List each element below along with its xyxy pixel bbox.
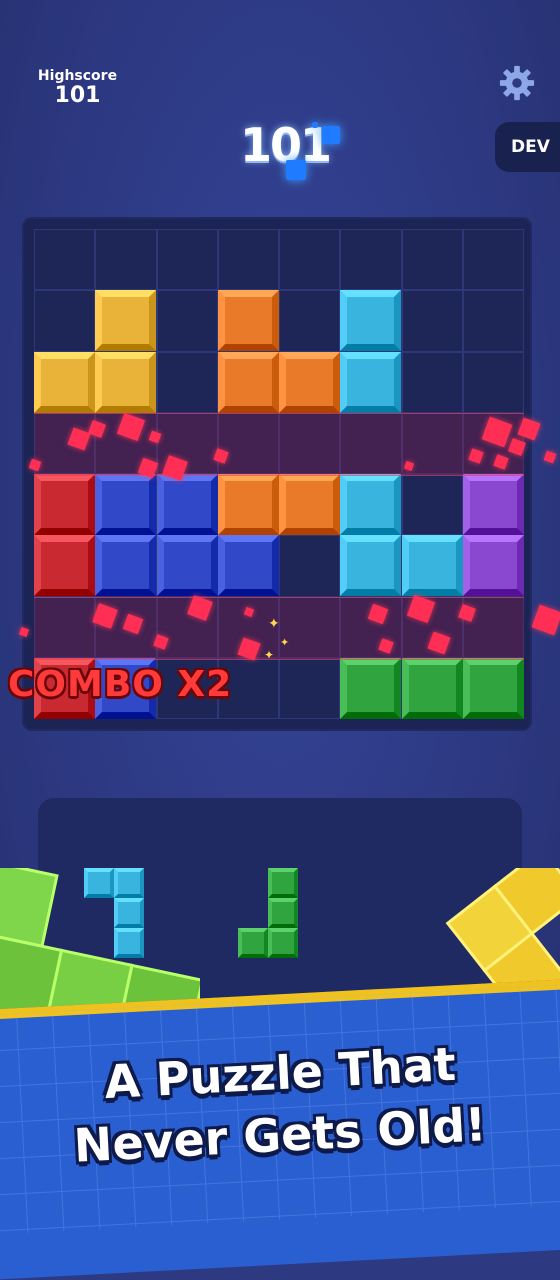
board-cell[interactable]: [279, 290, 341, 352]
block-cyan: [340, 474, 402, 535]
block-blue: [217, 535, 279, 597]
board-cell[interactable]: [156, 229, 218, 291]
combo-text: COMBO X2: [8, 664, 233, 705]
block-orange: [217, 474, 279, 535]
block-blue: [156, 474, 218, 535]
board-cell[interactable]: [279, 657, 341, 719]
block-cyan: [340, 290, 402, 352]
highscore: Highscore 101: [30, 68, 125, 108]
tray-piece-green[interactable]: [268, 898, 298, 928]
block-orange: [279, 474, 340, 535]
highscore-value: 101: [54, 83, 101, 108]
dev-button[interactable]: DEV: [495, 122, 560, 172]
board-cell[interactable]: [156, 351, 218, 413]
block-blue: [156, 535, 218, 597]
board-cell[interactable]: [401, 229, 463, 291]
block-orange: [279, 351, 340, 413]
block-purple: [462, 535, 524, 597]
board-cell[interactable]: [401, 290, 463, 352]
tray-piece-green[interactable]: [238, 928, 268, 958]
board-cell[interactable]: [95, 229, 157, 291]
tray-piece-green[interactable]: [268, 868, 298, 898]
block-yellow: [95, 351, 157, 413]
board-cell[interactable]: [156, 290, 218, 352]
board-cell[interactable]: [462, 351, 524, 413]
board-cell[interactable]: [279, 229, 341, 291]
block-blue: [95, 474, 157, 535]
sparkle-icon: ✦: [268, 616, 280, 632]
board-cell[interactable]: [462, 290, 524, 352]
decor-yellow-blocks: [445, 868, 560, 988]
block-red: [34, 535, 95, 597]
board-cell[interactable]: [279, 535, 341, 597]
board-cell[interactable]: [217, 229, 279, 291]
gear-icon[interactable]: [498, 64, 536, 102]
block-cyan: [340, 351, 402, 413]
block-yellow: [95, 290, 157, 352]
block-green: [340, 657, 402, 719]
board-cell[interactable]: [401, 351, 463, 413]
block-green: [462, 657, 524, 719]
block-cyan: [340, 535, 402, 597]
board-cell[interactable]: [34, 229, 96, 291]
score-spark: [322, 126, 340, 144]
block-green: [401, 657, 463, 719]
decor-green-blocks: [0, 868, 200, 1018]
block-purple: [462, 474, 524, 535]
block-red: [34, 474, 95, 535]
tray-piece-green[interactable]: [268, 928, 298, 958]
block-yellow: [34, 351, 95, 413]
block-cyan: [401, 535, 463, 597]
score-spark: [286, 160, 306, 180]
board-cell[interactable]: [34, 290, 96, 352]
sparkle-icon: ✦: [280, 636, 290, 649]
block-orange: [217, 290, 279, 352]
block-blue: [95, 535, 157, 597]
score-spark: [312, 122, 318, 128]
cleared-row-effect: [34, 412, 524, 476]
block-orange: [217, 351, 279, 413]
board-cell[interactable]: [462, 229, 524, 291]
board-cell[interactable]: [401, 474, 463, 536]
highscore-label: Highscore: [37, 68, 118, 84]
board-cell[interactable]: [340, 229, 402, 291]
sparkle-icon: ✦: [264, 648, 275, 662]
